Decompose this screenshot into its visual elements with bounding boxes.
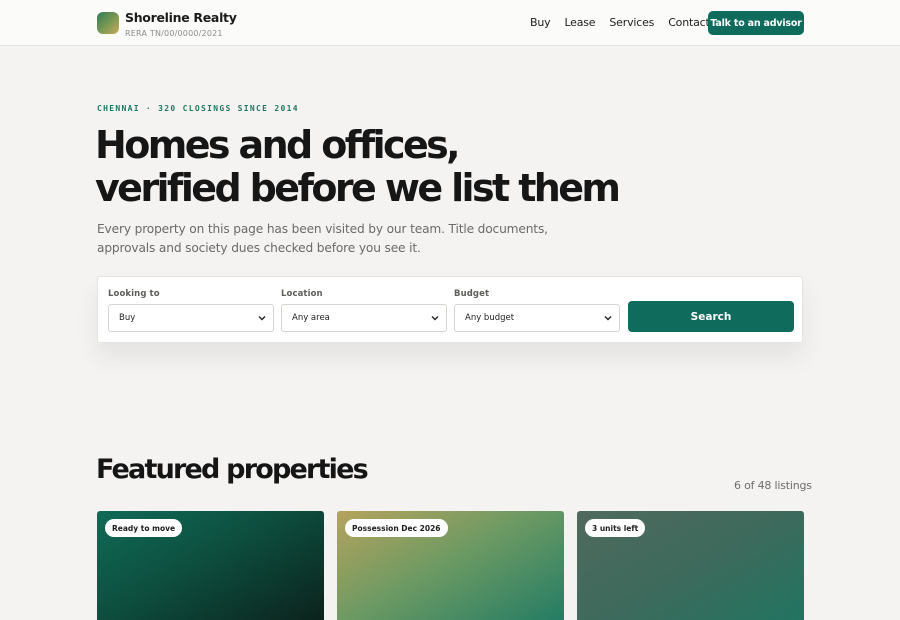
featured-title: Featured properties: [96, 454, 369, 485]
listing-count: 6 of 48 listings: [734, 479, 812, 492]
budget-field: Budget Any budget: [454, 289, 620, 332]
budget-select[interactable]: Any budget: [454, 304, 620, 332]
top-navigation: Shoreline Realty RERA TN/00/0000/2021 Bu…: [0, 0, 900, 46]
nav-link-buy[interactable]: Buy: [530, 16, 551, 29]
select-value: Any area: [292, 313, 330, 323]
brand-registration: RERA TN/00/0000/2021: [125, 29, 223, 38]
brand[interactable]: Shoreline Realty RERA TN/00/0000/2021: [97, 11, 237, 38]
hero-description: Every property on this page has been vis…: [97, 222, 548, 255]
property-card[interactable]: Ready to move: [97, 511, 324, 620]
looking-to-field: Looking to Buy: [108, 289, 274, 332]
field-label: Location: [281, 289, 323, 299]
status-badge: 3 units left: [585, 519, 646, 537]
location-select[interactable]: Any area: [281, 304, 447, 332]
status-badge: Ready to move: [105, 519, 183, 537]
search-button[interactable]: Search: [628, 301, 794, 332]
nav-link-lease[interactable]: Lease: [564, 16, 595, 29]
talk-to-advisor-button[interactable]: Talk to an advisor: [708, 11, 804, 35]
location-field: Location Any area: [281, 289, 447, 332]
property-card[interactable]: 3 units left: [577, 511, 804, 620]
nav-link-services[interactable]: Services: [609, 16, 654, 29]
headline-line-2: verified before we list them: [95, 166, 621, 210]
brand-name: Shoreline Realty: [125, 10, 237, 25]
status-badge: Possession Dec 2026: [345, 519, 448, 537]
property-card[interactable]: Possession Dec 2026: [337, 511, 564, 620]
property-search-form: Looking to Buy Location Any area Budget …: [97, 276, 803, 343]
field-label: Budget: [454, 289, 490, 299]
brand-text: Shoreline Realty RERA TN/00/0000/2021: [125, 10, 237, 39]
chevron-down-icon: [431, 316, 439, 321]
headline-line-1: Homes and offices,: [95, 123, 461, 167]
chevron-down-icon: [604, 316, 612, 321]
main-nav: Buy Lease Services Contact: [530, 16, 724, 29]
select-value: Any budget: [465, 313, 515, 323]
field-label: Looking to: [108, 289, 160, 299]
chevron-down-icon: [258, 316, 266, 321]
hero-headline: Homes and offices, verified before we li…: [95, 124, 655, 210]
hero-eyebrow: CHENNAI · 320 CLOSINGS SINCE 2014: [97, 104, 299, 113]
looking-to-select[interactable]: Buy: [108, 304, 274, 332]
select-value: Buy: [119, 313, 136, 323]
nav-link-contact[interactable]: Contact: [668, 16, 710, 29]
brand-logo-icon: [97, 12, 119, 34]
